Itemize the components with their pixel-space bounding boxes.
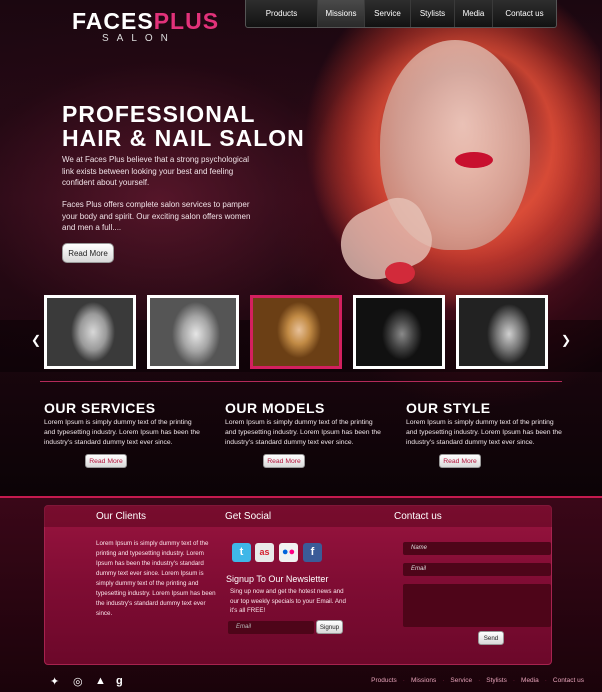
hero-paragraph-1: We at Faces Plus believe that a strong p… <box>62 155 250 187</box>
logo-faces-text: FACES <box>72 8 154 34</box>
google-plus-icon[interactable]: g <box>116 675 123 687</box>
footer-links: Products · Missions · Service · Stylists… <box>371 677 584 684</box>
nav-contact-us[interactable]: Contact us <box>493 0 556 27</box>
hero-model-lips <box>455 152 493 168</box>
nav-media[interactable]: Media <box>455 0 493 27</box>
clients-text: Lorem Ipsum is simply dummy text of the … <box>96 540 216 617</box>
logo-plus-text: PLUS <box>153 8 220 34</box>
footer-link-products[interactable]: Products <box>371 677 397 684</box>
style-read-more-button[interactable]: Read More <box>439 454 481 468</box>
style-title: OUR STYLE <box>406 400 491 416</box>
model-photo <box>356 298 442 366</box>
model-photo <box>253 298 339 366</box>
model-photo <box>47 298 133 366</box>
services-read-more-button[interactable]: Read More <box>85 454 127 468</box>
hero-title-line2: HAIR & NAIL SALON <box>62 125 305 151</box>
hero-model-ring <box>385 262 415 284</box>
style-text: Lorem Ipsum is simply dummy text of the … <box>406 419 562 446</box>
clients-heading: Our Clients <box>96 511 147 522</box>
twitter-icon[interactable]: t <box>232 543 251 562</box>
carousel-thumb-5[interactable] <box>456 295 548 369</box>
newsletter-email-input[interactable]: Email <box>228 621 314 634</box>
nav-missions[interactable]: Missions <box>318 0 365 27</box>
hero-title-line1: PROFESSIONAL <box>62 101 256 127</box>
hero-title: PROFESSIONAL HAIR & NAIL SALON <box>62 102 305 150</box>
models-text: Lorem Ipsum is simply dummy text of the … <box>225 419 381 446</box>
newsletter-title: Signup To Our Newsletter <box>226 574 329 584</box>
newsletter-text: Sing up now and get the hotest news and … <box>230 588 346 614</box>
model-photo <box>459 298 545 366</box>
dribbble-icon[interactable]: ◎ <box>73 675 83 688</box>
lastfm-icon[interactable]: as <box>255 543 274 562</box>
carousel-thumb-2[interactable] <box>147 295 239 369</box>
contact-heading: Contact us <box>394 511 442 522</box>
chevron-right-icon[interactable]: ❯ <box>561 333 571 347</box>
hero-paragraph-2: Faces Plus offers complete salon service… <box>62 200 251 232</box>
contact-email-field[interactable]: Email <box>403 563 551 576</box>
footer-link-service[interactable]: Service <box>450 677 472 684</box>
footer-separator: · <box>442 677 445 684</box>
footer-separator: · <box>544 677 547 684</box>
hero-read-more-button[interactable]: Read More <box>62 243 114 263</box>
nav-stylists[interactable]: Stylists <box>411 0 455 27</box>
footer-separator: · <box>512 677 516 684</box>
carousel-thumb-4[interactable] <box>353 295 445 369</box>
site-logo[interactable]: FACESPLUS SALON <box>72 8 219 44</box>
flickr-icon[interactable]: ●● <box>279 543 298 562</box>
carousel-thumb-3[interactable] <box>250 295 342 369</box>
main-nav: Products Missions Service Stylists Media… <box>245 0 557 28</box>
models-read-more-button[interactable]: Read More <box>263 454 305 468</box>
section-divider <box>40 381 562 382</box>
delicious-icon[interactable]: ▲ <box>95 675 106 687</box>
chevron-left-icon[interactable]: ❮ <box>31 333 41 347</box>
services-title: OUR SERVICES <box>44 400 156 416</box>
footer-link-media[interactable]: Media <box>521 677 539 684</box>
model-photo <box>150 298 236 366</box>
nav-service[interactable]: Service <box>365 0 411 27</box>
facebook-icon[interactable]: f <box>303 543 322 562</box>
footer-link-stylists[interactable]: Stylists <box>486 677 507 684</box>
nav-products[interactable]: Products <box>246 0 318 27</box>
services-text: Lorem Ipsum is simply dummy text of the … <box>44 419 200 446</box>
twitter-icon[interactable]: ✦ <box>50 675 59 688</box>
contact-send-button[interactable]: Send <box>478 631 504 645</box>
footer-link-missions[interactable]: Missions <box>411 677 436 684</box>
social-heading: Get Social <box>225 511 272 522</box>
footer-separator: · <box>402 677 405 684</box>
carousel-thumb-1[interactable] <box>44 295 136 369</box>
footer-separator: · <box>478 677 481 684</box>
models-title: OUR MODELS <box>225 400 325 416</box>
footer-link-contact-us[interactable]: Contact us <box>553 677 584 684</box>
contact-message-field[interactable] <box>403 584 551 627</box>
contact-name-field[interactable]: Name <box>403 542 551 555</box>
newsletter-signup-button[interactable]: Signup <box>316 620 343 634</box>
